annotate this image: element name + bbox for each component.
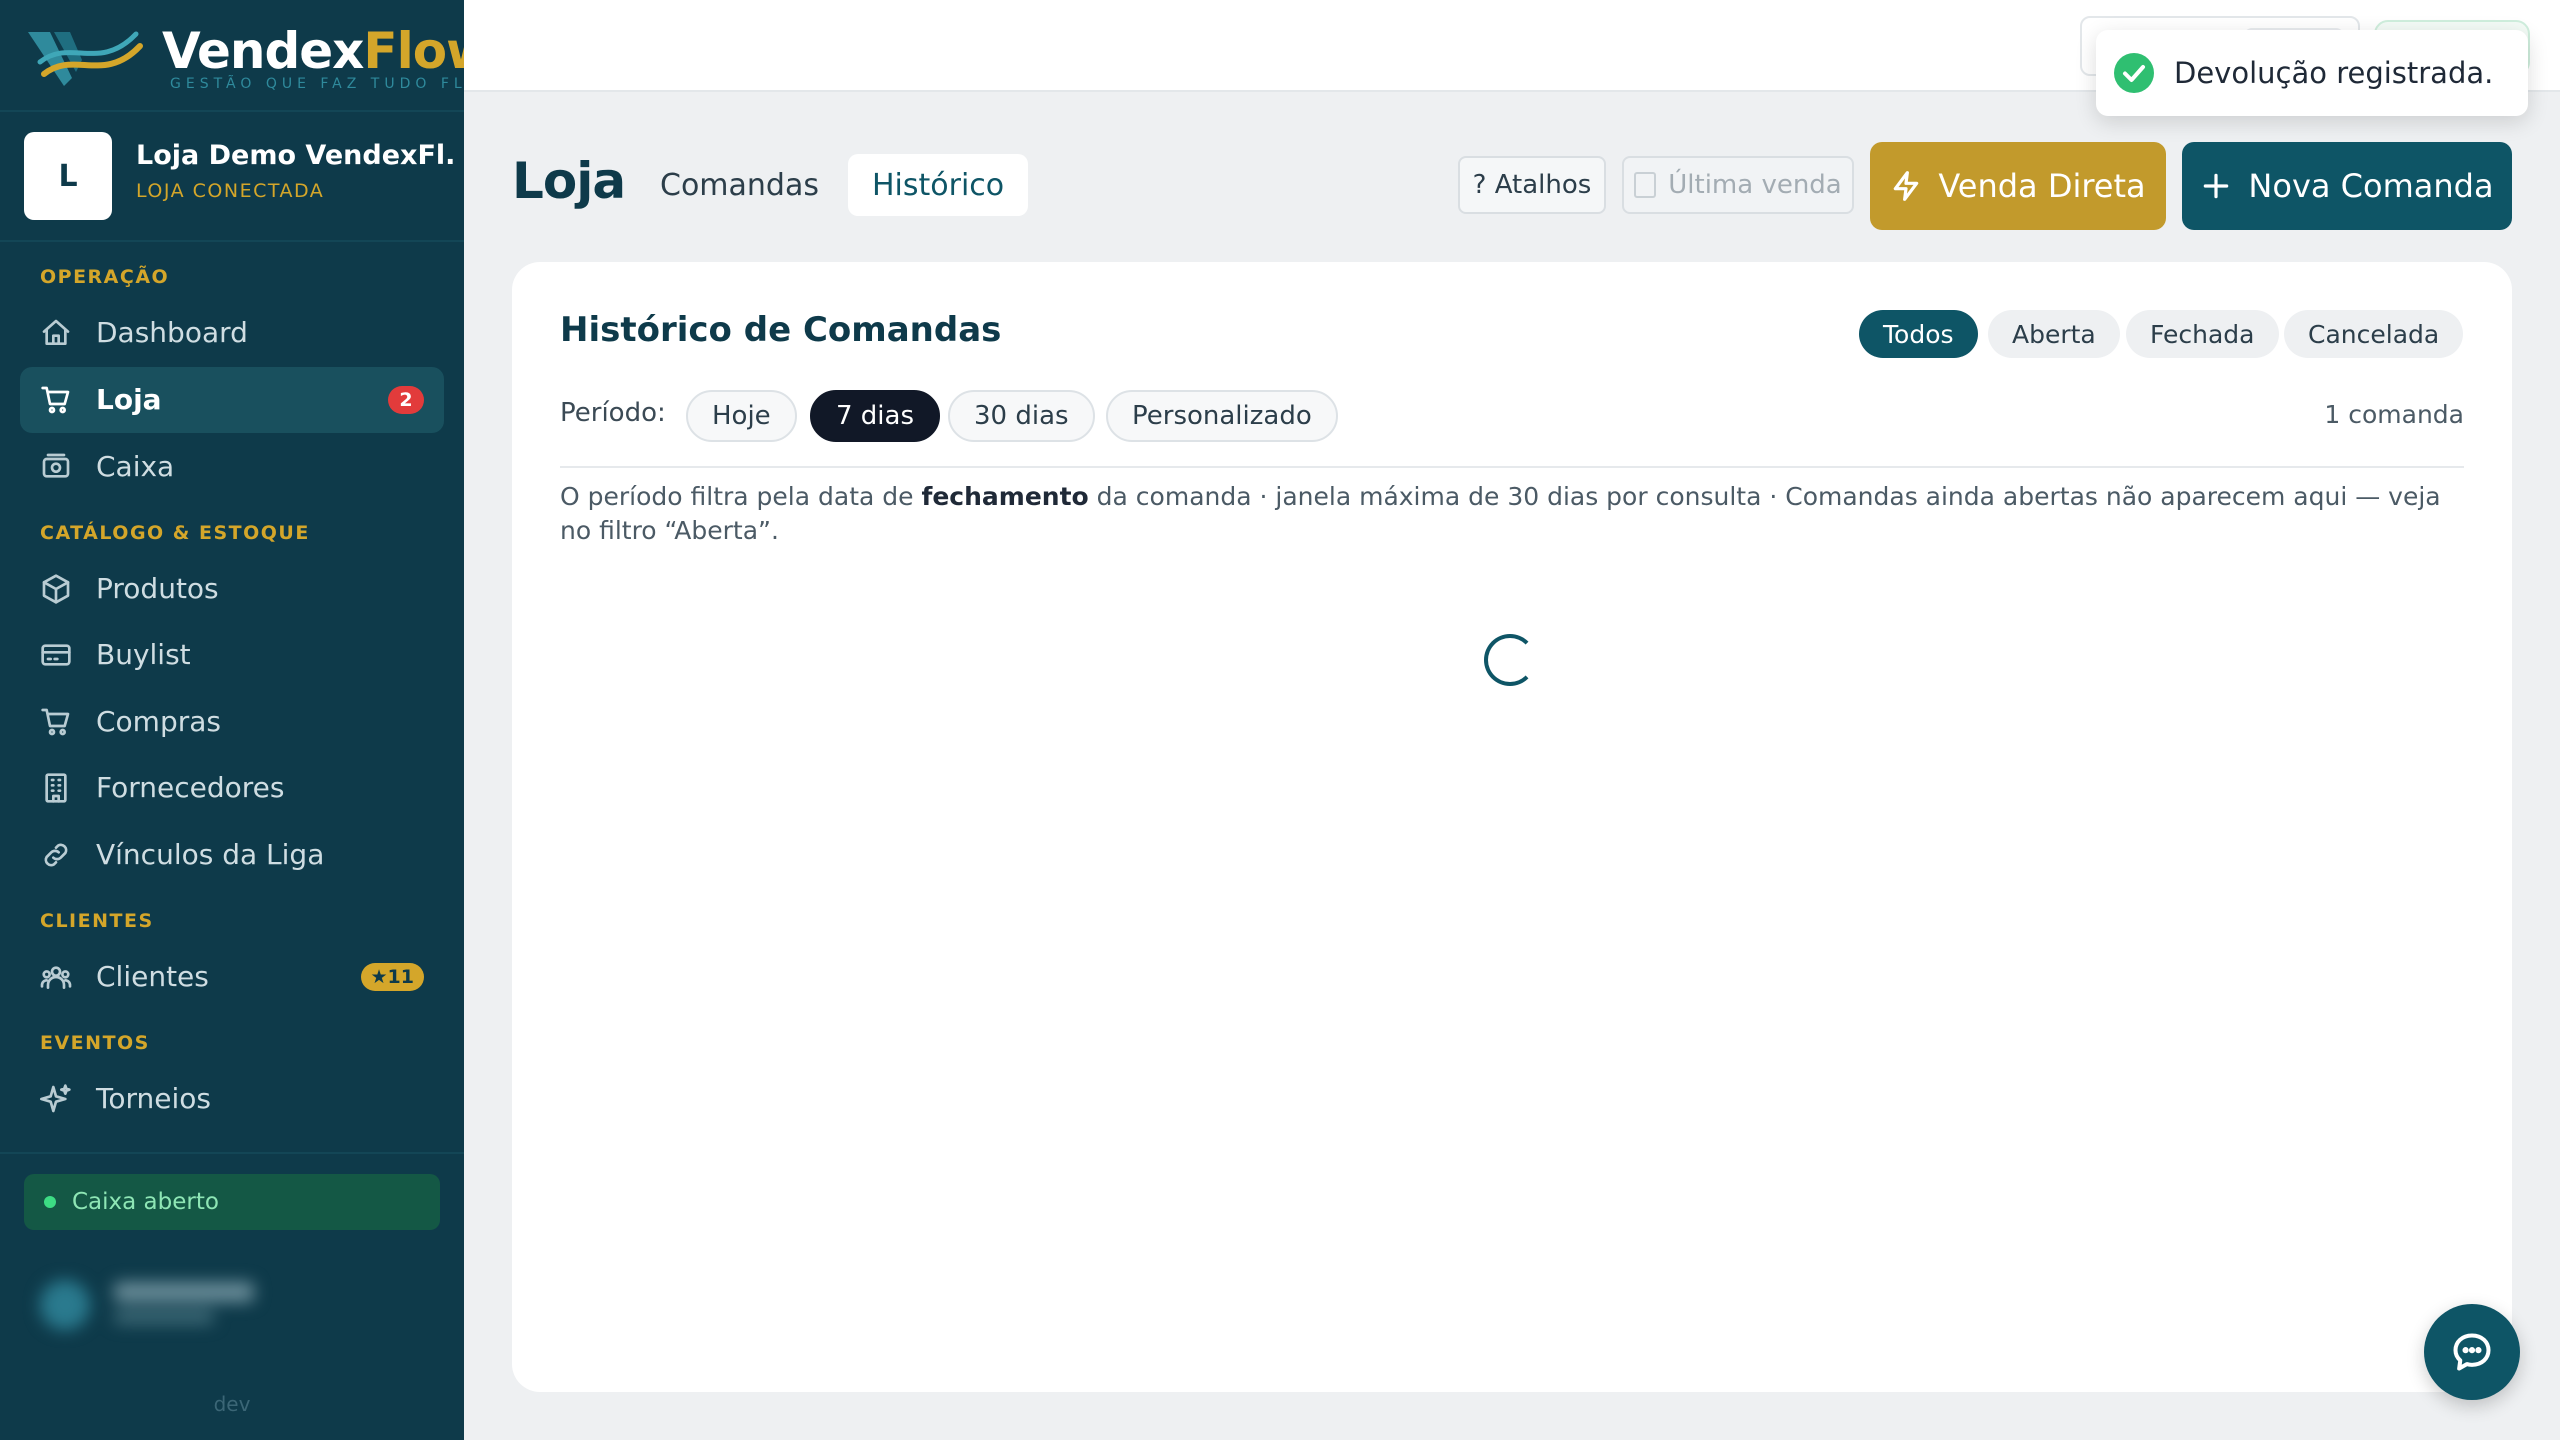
filter-todos[interactable]: Todos xyxy=(1859,310,1978,358)
store-status: LOJA CONECTADA xyxy=(136,180,325,202)
direct-sale-button[interactable]: Venda Direta xyxy=(1870,142,2166,230)
toast-notification: Devolução registrada. xyxy=(2096,30,2528,116)
sidebar-item-label: Loja xyxy=(96,383,162,416)
tab-historico[interactable]: Histórico xyxy=(848,154,1029,216)
sidebar-item-label: Clientes xyxy=(96,960,209,993)
last-sale-label: Última venda xyxy=(1668,170,1842,200)
brand-logo[interactable]: VendexFlow GESTÃO QUE FAZ TUDO FLUIR xyxy=(24,16,500,96)
user-name-redacted xyxy=(114,1282,254,1302)
sidebar-item-fornecedores[interactable]: Fornecedores xyxy=(20,755,444,821)
period-label: Período: xyxy=(560,398,666,428)
sidebar-item-label: Produtos xyxy=(96,572,219,605)
check-circle-icon xyxy=(2114,53,2154,93)
sidebar-item-label: Fornecedores xyxy=(96,771,285,804)
user-profile[interactable] xyxy=(24,1270,440,1340)
sidebar-item-caixa[interactable]: Caixa xyxy=(20,434,444,500)
cart-icon xyxy=(40,706,72,738)
sidebar-item-label: Caixa xyxy=(96,450,175,483)
toast-message: Devolução registrada. xyxy=(2174,56,2494,90)
cash-register-icon xyxy=(40,451,72,483)
period-hoje[interactable]: Hoje xyxy=(686,390,797,442)
new-order-button[interactable]: Nova Comanda xyxy=(2182,142,2512,230)
cart-icon xyxy=(40,384,72,416)
vendexflow-logo-icon xyxy=(28,31,143,86)
store-name: Loja Demo VendexFl... xyxy=(136,140,456,171)
building-icon xyxy=(40,772,72,804)
divider xyxy=(0,110,464,112)
shortcuts-button[interactable]: ? Atalhos xyxy=(1458,156,1606,214)
order-history-card: Histórico de Comandas Todos Aberta Fecha… xyxy=(512,262,2512,1392)
chat-icon xyxy=(2453,1333,2491,1371)
avatar xyxy=(40,1280,90,1330)
sparkles-icon xyxy=(40,1083,72,1115)
receipt-icon xyxy=(1634,172,1657,198)
period-personalizado[interactable]: Personalizado xyxy=(1106,390,1338,442)
cash-status-label: Caixa aberto xyxy=(72,1189,219,1215)
sidebar: VendexFlow GESTÃO QUE FAZ TUDO FLUIR L L… xyxy=(0,0,500,1440)
sidebar-item-produtos[interactable]: Produtos xyxy=(20,556,444,622)
vip-count-badge: ★11 xyxy=(360,963,424,991)
period-30-dias[interactable]: 30 dias xyxy=(948,390,1095,442)
divider xyxy=(0,240,464,242)
brand-tagline: GESTÃO QUE FAZ TUDO FLUIR xyxy=(170,76,506,92)
period-info-text: O período filtra pela data de fechamento… xyxy=(560,482,2441,545)
filter-cancelada[interactable]: Cancelada xyxy=(2284,310,2464,358)
cash-status-indicator[interactable]: Caixa aberto xyxy=(24,1174,440,1230)
section-clientes: CLIENTES xyxy=(40,910,154,932)
sidebar-item-buylist[interactable]: Buylist xyxy=(20,622,444,688)
sidebar-item-torneios[interactable]: Torneios xyxy=(20,1066,444,1132)
sidebar-item-dashboard[interactable]: Dashboard xyxy=(20,300,444,366)
result-count: 1 comanda xyxy=(2324,400,2464,429)
users-icon xyxy=(40,961,72,993)
environment-label: dev xyxy=(213,1392,251,1416)
store-switcher[interactable]: L Loja Demo VendexFl... LOJA CONECTADA xyxy=(24,130,456,222)
status-dot xyxy=(44,1196,56,1208)
section-catalogo: CATÁLOGO & ESTOQUE xyxy=(40,522,310,544)
sidebar-item-label: Vínculos da Liga xyxy=(96,838,325,871)
divider xyxy=(560,466,2464,468)
filter-fechada[interactable]: Fechada xyxy=(2126,310,2279,358)
section-operacao: OPERAÇÃO xyxy=(40,266,170,288)
sidebar-item-label: Buylist xyxy=(96,638,191,671)
plus-icon xyxy=(2200,170,2232,202)
notification-badge: 2 xyxy=(388,386,424,414)
store-avatar: L xyxy=(24,132,112,220)
brand-name: VendexFlow xyxy=(162,22,492,80)
lightning-icon xyxy=(1890,170,1922,202)
loading-spinner xyxy=(1484,634,1536,686)
period-7-dias[interactable]: 7 dias xyxy=(810,390,941,442)
card-title: Histórico de Comandas xyxy=(560,310,1002,350)
sidebar-item-label: Torneios xyxy=(96,1082,211,1115)
page-title: Loja xyxy=(512,152,626,210)
sidebar-item-clientes[interactable]: Clientes ★11 xyxy=(20,944,444,1010)
sidebar-item-label: Compras xyxy=(96,705,221,738)
sidebar-item-compras[interactable]: Compras xyxy=(20,689,444,755)
last-sale-button[interactable]: Última venda xyxy=(1622,156,1854,214)
user-email-redacted xyxy=(114,1310,214,1324)
divider xyxy=(0,1152,464,1154)
link-icon xyxy=(40,839,72,871)
home-icon xyxy=(40,317,72,349)
box-icon xyxy=(40,573,72,605)
sidebar-item-label: Dashboard xyxy=(96,316,248,349)
filter-aberta[interactable]: Aberta xyxy=(1988,310,2120,358)
tab-comandas[interactable]: Comandas xyxy=(636,154,843,216)
direct-sale-label: Venda Direta xyxy=(1938,167,2146,205)
chat-button[interactable] xyxy=(2424,1304,2520,1400)
sidebar-item-vinculos[interactable]: Vínculos da Liga xyxy=(20,822,444,888)
card-icon xyxy=(40,639,72,671)
section-eventos: EVENTOS xyxy=(40,1032,150,1054)
sidebar-item-loja[interactable]: Loja 2 xyxy=(20,367,444,433)
new-order-label: Nova Comanda xyxy=(2248,167,2494,205)
